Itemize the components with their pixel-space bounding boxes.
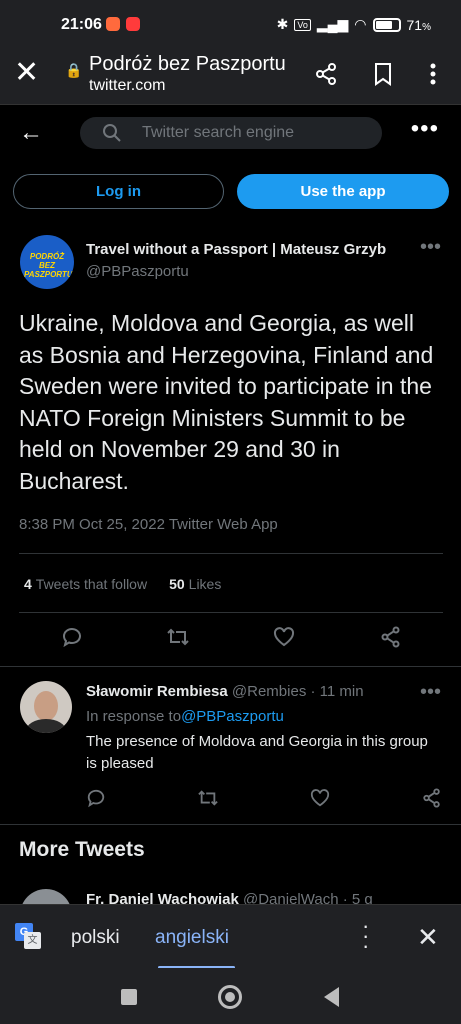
share-tweet-icon[interactable]: [422, 788, 442, 814]
bluetooth-icon: ✱: [276, 16, 289, 32]
signal-icon: ▂▄▆: [316, 16, 349, 32]
page-title: Podróż bez Paszportu: [89, 53, 286, 75]
close-icon[interactable]: ✕: [14, 58, 39, 88]
browser-toolbar: ✕ 🔒 Podróż bez Paszportu twitter.com: [0, 50, 461, 105]
share-icon[interactable]: [314, 62, 338, 92]
share-tweet-icon[interactable]: [380, 626, 402, 654]
likes-stat[interactable]: 50 Likes: [169, 576, 221, 592]
status-time: 21:06: [61, 16, 102, 33]
use-app-button[interactable]: Use the app: [237, 174, 449, 209]
translate-close-icon[interactable]: ✕: [417, 922, 439, 953]
tweet-more-icon[interactable]: •••: [420, 236, 441, 259]
author-handle[interactable]: @PBPaszportu: [86, 263, 189, 280]
lang-target-tab[interactable]: angielski: [155, 927, 229, 949]
reply-header: Sławomir Rembiesa @Rembies · 11 min: [86, 683, 364, 700]
reply-avatar[interactable]: [20, 681, 72, 733]
page-host: twitter.com: [89, 77, 166, 94]
reply-time[interactable]: 11 min: [320, 683, 364, 700]
reply-author-name[interactable]: Sławomir Rembiesa: [86, 683, 228, 700]
tweet-stats: 4 Tweets that follow 50 Likes: [24, 576, 221, 592]
tweet-meta: 8:38 PM Oct 25, 2022 Twitter Web App: [19, 516, 278, 533]
reply-text: The presence of Moldova and Georgia in t…: [86, 733, 428, 772]
divider: [19, 553, 443, 554]
google-translate-icon: G 文: [15, 923, 41, 949]
back-arrow-icon[interactable]: ←: [19, 119, 43, 147]
reply-more-icon[interactable]: •••: [420, 681, 441, 704]
translate-menu-icon[interactable]: · · ·: [362, 915, 369, 957]
back-button[interactable]: [324, 987, 339, 1007]
divider: [0, 824, 461, 825]
in-response-to: In response to@PBPaszportu: [86, 708, 284, 725]
search-icon: [102, 123, 122, 148]
notification-app-icon: [126, 17, 140, 31]
reply-separator: ·: [310, 683, 316, 700]
battery-icon: [372, 17, 401, 32]
search-input[interactable]: [142, 117, 372, 149]
avatar-logo-text: PODRÓŻ BEZ PASZPORTU: [24, 252, 73, 279]
recents-button[interactable]: [121, 989, 137, 1005]
volte-icon: Vo: [294, 18, 311, 31]
divider: [19, 612, 443, 613]
login-button[interactable]: Log in: [13, 174, 224, 209]
wifi-icon: ◠: [354, 16, 367, 32]
tweet-text: Ukraine, Moldova and Georgia, as well as…: [19, 310, 434, 494]
in-response-link[interactable]: @PBPaszportu: [181, 708, 284, 725]
translate-bar: G 文 polski angielski ··· ✕: [0, 904, 461, 969]
reply-author-handle[interactable]: @Rembies: [232, 683, 306, 700]
home-button[interactable]: [218, 985, 242, 1009]
status-icons: ✱ Vo ▂▄▆ ◠ 71%: [277, 16, 431, 33]
author-name[interactable]: Travel without a Passport | Mateusz Grzy…: [86, 241, 398, 258]
like-icon[interactable]: [273, 626, 295, 654]
author-avatar[interactable]: PODRÓŻ BEZ PASZPORTU: [20, 235, 74, 289]
divider: [0, 666, 461, 667]
notification-app-icon: [106, 17, 120, 31]
more-tweets-heading: More Tweets: [19, 838, 145, 861]
reply-icon[interactable]: [86, 788, 106, 814]
retweet-icon[interactable]: [166, 626, 190, 654]
battery-percent: 71%: [406, 16, 431, 33]
android-nav-bar: [0, 968, 461, 1024]
bookmark-icon[interactable]: [372, 62, 394, 92]
lock-icon: 🔒: [65, 62, 83, 78]
like-icon[interactable]: [310, 788, 330, 814]
reply-icon[interactable]: [61, 626, 83, 654]
retweet-icon[interactable]: [197, 788, 219, 814]
menu-dots-icon[interactable]: [430, 62, 436, 92]
twitter-header: ← •••: [0, 105, 461, 161]
more-options-icon[interactable]: •••: [411, 115, 439, 143]
status-bar: 21:06 ✱ Vo ▂▄▆ ◠ 71%: [0, 0, 461, 50]
search-box[interactable]: [80, 117, 382, 149]
retweets-stat[interactable]: 4 Tweets that follow: [24, 576, 147, 592]
lang-source-tab[interactable]: polski: [71, 927, 120, 949]
